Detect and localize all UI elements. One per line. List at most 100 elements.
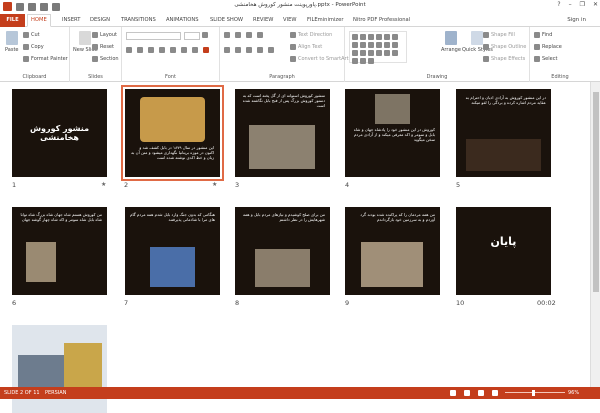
slide-thumbnail[interactable]: این منشور در سال ۱۸۷۹ در بابل کشف شد و ا… [121,85,224,181]
zoom-knob[interactable] [532,390,535,396]
brush-icon [23,56,29,62]
shadow-icon[interactable] [170,47,176,53]
slide-thumbnail[interactable]: منشور کوروش استوانه ای از گل پخته است که… [235,89,330,177]
tab-transitions[interactable]: TRANSITIONS [118,15,159,25]
pen-icon [483,44,489,50]
slide-number: 3 [235,181,240,189]
convert-smartart-button[interactable]: Convert to SmartArt [290,56,349,62]
clipboard-group: Paste Cut Copy Format Painter Clipboard [0,27,70,82]
slide-thumbnail[interactable]: کوروش در این منشور خود را پادشاه جهان و … [345,89,440,177]
product-image [64,343,102,393]
section-button[interactable]: Section [92,56,119,62]
slide-thumbnail[interactable]: من برای صلح کوشیدم و نیازهای مردم بابل و… [235,207,330,295]
font-color-icon[interactable] [203,47,209,53]
select-button[interactable]: Select [534,56,557,62]
text-direction-button[interactable]: Text Direction [290,32,332,38]
tab-nitro-pdf[interactable]: Nitro PDF Professional [350,15,413,25]
close-button[interactable]: ✕ [593,1,598,8]
tab-insert[interactable]: INSERT [59,15,83,25]
tab-design[interactable]: DESIGN [87,15,113,25]
shapes-gallery[interactable] [349,31,407,64]
reading-view-icon[interactable] [478,390,484,396]
font-grow-icon [202,32,208,38]
minimize-button[interactable]: – [569,1,572,8]
align-buttons [224,47,274,53]
slide-number: 6 [12,299,17,307]
slide-sorter-icon[interactable] [464,390,470,396]
tab-home[interactable]: HOME [27,14,51,27]
format-painter-button[interactable]: Format Painter [23,56,68,62]
align-center-icon[interactable] [235,47,241,53]
search-icon [534,32,540,38]
paragraph-label: Paragraph [269,74,295,80]
bold-icon[interactable] [126,47,132,53]
slide-thumbnail[interactable]: من کوروش هستم شاه جهان شاه بزرگ شاه توان… [12,207,107,295]
increase-indent-icon[interactable] [257,32,263,38]
slide-thumbnail[interactable]: پایان [456,207,551,295]
shape-outline-button[interactable]: Shape Outline [483,44,526,50]
paste-button[interactable]: Paste [5,31,19,53]
tab-animations[interactable]: ANIMATIONS [163,15,202,25]
restore-button[interactable]: ❐ [580,1,585,8]
columns-icon[interactable] [268,47,274,53]
justify-icon[interactable] [257,47,263,53]
help-button[interactable]: ? [557,1,560,8]
cut-button[interactable]: Cut [23,32,40,38]
slide-text: کوروش در این منشور خود را پادشاه جهان و … [353,127,435,143]
italic-icon[interactable] [137,47,143,53]
copy-button[interactable]: Copy [23,44,44,50]
tab-file[interactable]: FILE [0,14,25,27]
slide-text: من کوروش هستم شاه جهان شاه بزرگ شاه توان… [20,212,102,223]
change-case-icon[interactable] [192,47,198,53]
slide-number: 4 [345,181,350,189]
language-indicator[interactable]: PERSIAN [45,390,66,396]
paint-bucket-icon [483,32,489,38]
tab-fileminimizer[interactable]: FILEminimizer [304,15,346,25]
replace-icon [534,44,540,50]
bullets-icon[interactable] [224,32,230,38]
scissors-icon [23,32,29,38]
normal-view-icon[interactable] [450,390,456,396]
relief-image [375,94,410,124]
scrollbar-thumb[interactable] [593,92,599,292]
slide-number: 7 [124,299,129,307]
grow-font-button[interactable] [202,32,208,38]
reset-icon [92,44,98,50]
numbering-icon[interactable] [235,32,241,38]
tab-review[interactable]: REVIEW [250,15,276,25]
vertical-scrollbar[interactable] [590,82,600,387]
shape-effects-button[interactable]: Shape Effects [483,56,525,62]
slide-thumbnail[interactable]: من همه مردمان را که پراکنده شده بودند گر… [345,207,440,295]
align-left-icon[interactable] [224,47,230,53]
zoom-slider[interactable] [505,392,565,393]
tab-slide-show[interactable]: SLIDE SHOW [207,15,246,25]
smartart-icon [290,56,296,62]
layout-button[interactable]: Layout [92,32,117,38]
font-name-field[interactable] [126,32,181,40]
slide-thumbnail[interactable]: هنگامی که بدون جنگ وارد بابل شدم همه مرد… [125,207,220,295]
reset-button[interactable]: Reset [92,44,114,50]
relief-image [249,125,315,169]
slide-thumbnail[interactable]: منشور کوروش هخامنشی [12,89,107,177]
underline-icon[interactable] [148,47,154,53]
slide-thumbnail[interactable]: در این منشور کوروش به آزادی ادیان و احتر… [456,89,551,177]
font-size-field[interactable] [184,32,200,40]
arrange-button[interactable]: Arrange [441,31,461,53]
slideshow-icon[interactable] [492,390,498,396]
cylinder-image [140,97,205,142]
zoom-level[interactable]: 96% [568,390,579,396]
align-right-icon[interactable] [246,47,252,53]
slide-thumbnail[interactable] [12,325,107,413]
strikethrough-icon[interactable] [159,47,165,53]
sign-in-link[interactable]: Sign in [567,17,586,23]
find-button[interactable]: Find [534,32,552,38]
char-spacing-icon[interactable] [181,47,187,53]
drawing-label: Drawing [426,74,448,80]
decrease-indent-icon[interactable] [246,32,252,38]
title-bar: پاورپوینت منشور کوروش هخامنشی.pptx - Pow… [0,0,600,14]
tab-view[interactable]: VIEW [280,15,300,25]
align-text-button[interactable]: Align Text [290,44,322,50]
replace-button[interactable]: Replace [534,44,562,50]
section-icon [92,56,98,62]
shape-fill-button[interactable]: Shape Fill [483,32,515,38]
